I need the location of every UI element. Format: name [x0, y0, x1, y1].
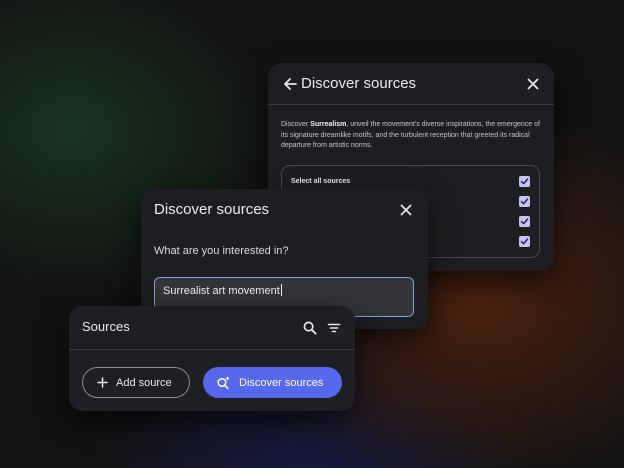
plus-icon	[97, 377, 108, 388]
discover-sources-label: Discover sources	[239, 376, 324, 389]
select-all-label: Select all sources	[291, 177, 351, 185]
search-icon[interactable]	[299, 317, 321, 339]
text-cursor	[280, 284, 282, 296]
sources-panel: Sources Add source Discover sources	[69, 306, 355, 411]
interest-question: What are you interested in?	[154, 245, 289, 257]
discover-sparkle-search-icon	[216, 375, 231, 390]
source-checkbox[interactable]	[519, 195, 530, 207]
description-prefix: Discover	[281, 121, 311, 128]
details-panel-title: Discover sources	[301, 75, 417, 92]
header-divider	[69, 349, 355, 350]
add-source-button[interactable]: Add source	[82, 367, 190, 398]
close-icon[interactable]	[395, 199, 417, 221]
topic-description: Discover Surrealism, unveil the movement…	[281, 120, 543, 152]
query-panel-title: Discover sources	[154, 201, 270, 218]
select-all-checkbox[interactable]	[519, 175, 530, 187]
query-value: Surrealist art movement	[163, 285, 280, 297]
discover-sources-button[interactable]: Discover sources	[203, 367, 342, 398]
source-checkbox[interactable]	[519, 215, 530, 227]
back-arrow-icon[interactable]	[279, 73, 301, 95]
header-divider	[268, 104, 554, 105]
filter-icon[interactable]	[323, 317, 345, 339]
description-topic: Surrealism	[310, 121, 347, 128]
close-icon[interactable]	[522, 73, 544, 95]
select-all-row[interactable]: Select all sources	[291, 174, 530, 188]
sources-title: Sources	[82, 319, 130, 334]
add-source-label: Add source	[116, 376, 172, 389]
source-checkbox[interactable]	[519, 235, 530, 247]
